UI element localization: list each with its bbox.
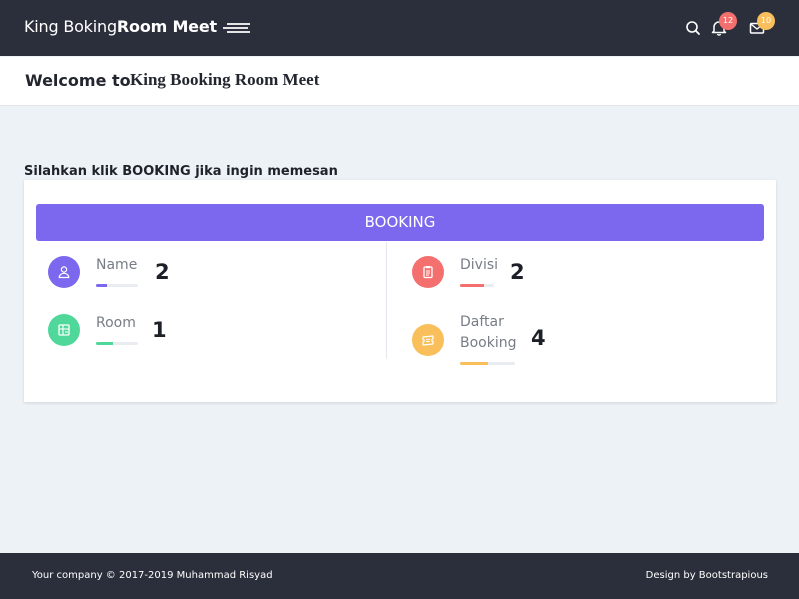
footer-copyright: Your company © 2017-2019 Muhammad Risyad [32, 570, 273, 581]
stat-name-progress [96, 284, 138, 287]
brand-logo[interactable]: King BokingRoom Meet [24, 17, 217, 36]
menu-toggle-icon[interactable] [222, 19, 252, 37]
brand-name-bold: Room Meet [116, 17, 217, 36]
stat-daftar-booking-label-line1: Daftar [460, 314, 504, 330]
stat-daftar-booking-value: 4 [531, 326, 546, 350]
stat-room-value: 1 [152, 318, 167, 342]
message-badge: 10 [757, 12, 775, 30]
stats-card: BOOKING Name 2 Room 1 Divisi 2 Daftar Bo… [24, 180, 776, 402]
stat-divisi-value: 2 [510, 260, 525, 284]
room-icon [58, 324, 70, 336]
stat-room-progress [96, 342, 138, 345]
brand-name-light: King Boking [24, 17, 117, 36]
ticket-icon [422, 335, 434, 346]
notification-badge: 12 [719, 12, 737, 30]
column-divider [386, 242, 387, 359]
stat-room-label: Room [96, 315, 136, 331]
stat-name-value: 2 [155, 260, 170, 284]
clipboard-icon [423, 266, 433, 279]
stat-divisi-progress [460, 284, 494, 287]
welcome-prefix: Welcome to [25, 71, 131, 90]
user-icon [58, 266, 70, 279]
booking-button[interactable]: BOOKING [36, 204, 764, 241]
page-header: Welcome to King Booking Room Meet [0, 57, 799, 106]
stat-name-label: Name [96, 257, 138, 273]
stat-divisi-label: Divisi [460, 257, 499, 273]
stat-daftar-booking-icon-circle [412, 324, 444, 356]
stat-divisi-icon-circle [412, 256, 444, 288]
booking-instruction: Silahkan klik BOOKING jika ingin memesan [24, 164, 338, 179]
search-icon[interactable] [684, 19, 702, 37]
stat-daftar-booking-progress [460, 362, 515, 365]
stat-name-icon-circle [48, 256, 80, 288]
stat-daftar-booking-label-line2: Booking [460, 335, 517, 351]
page-title: King Booking Room Meet [130, 70, 320, 89]
top-navbar: King BokingRoom Meet 12 10 [0, 0, 799, 56]
footer-credit[interactable]: Design by Bootstrapious [646, 570, 768, 581]
footer: Your company © 2017-2019 Muhammad Risyad… [0, 553, 799, 599]
stat-room-icon-circle [48, 314, 80, 346]
